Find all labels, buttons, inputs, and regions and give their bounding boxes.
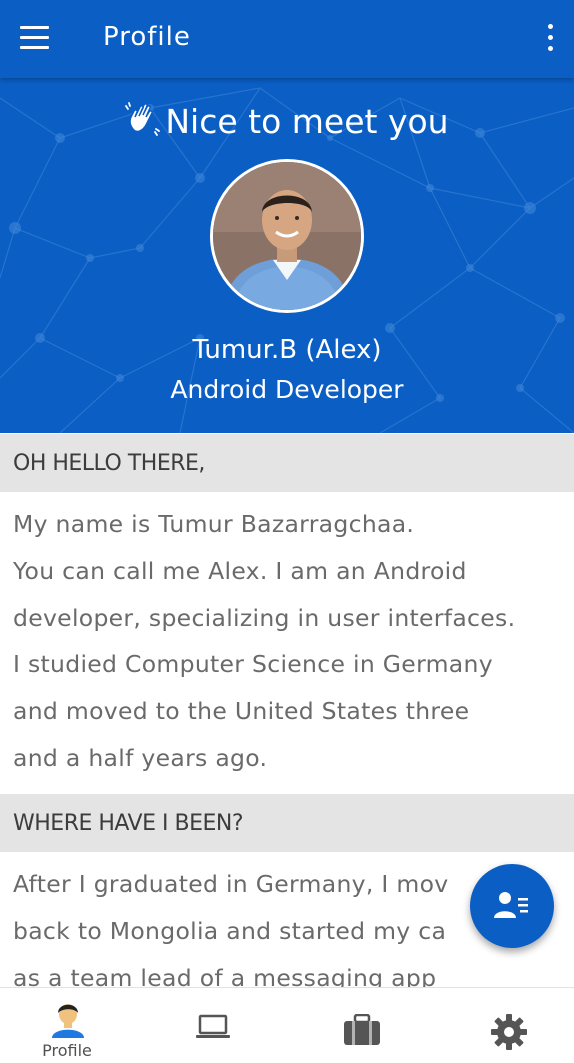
nav-item-briefcase[interactable] xyxy=(292,988,432,1063)
section-header-where: WHERE HAVE I BEEN? xyxy=(0,794,574,852)
contact-fab-button[interactable] xyxy=(470,864,554,948)
greeting-heading: Nice to meet you xyxy=(0,100,574,144)
waving-hand-icon xyxy=(125,102,161,136)
nav-item-profile[interactable]: Profile xyxy=(0,988,140,1063)
hamburger-menu-icon[interactable] xyxy=(20,26,50,50)
section-body-hello: My name is Tumur Bazarragchaa. You can c… xyxy=(13,501,563,782)
profile-header: Nice to meet you Tumur.B (Alex) Android … xyxy=(0,78,574,433)
body-line: and a half years ago. xyxy=(13,743,268,772)
nav-item-laptop[interactable] xyxy=(144,988,284,1063)
profile-role: Android Developer xyxy=(170,375,404,404)
body-line: developer, specializing in user interfac… xyxy=(13,603,516,632)
avatar xyxy=(210,159,364,313)
section-title: WHERE HAVE I BEEN? xyxy=(13,811,244,836)
body-line: and moved to the United States three xyxy=(13,697,470,726)
laptop-icon xyxy=(196,1014,230,1038)
body-line: I studied Computer Science in Germany xyxy=(13,650,493,679)
section-header-hello: OH HELLO THERE, xyxy=(0,434,574,492)
contact-details-icon xyxy=(494,892,528,918)
section-title: OH HELLO THERE, xyxy=(13,451,205,476)
greeting-text: Nice to meet you xyxy=(165,102,449,141)
bottom-navigation: Profile xyxy=(0,987,574,1063)
more-vert-icon[interactable] xyxy=(540,22,560,52)
body-line: as a team lead of a messaging app xyxy=(13,963,437,987)
nav-item-settings[interactable] xyxy=(434,988,574,1063)
profile-person-icon xyxy=(52,1004,84,1038)
profile-name: Tumur.B (Alex) xyxy=(192,335,382,365)
app-bar: Profile xyxy=(0,0,574,78)
body-line: You can call me Alex. I am an Android xyxy=(13,556,467,585)
nav-label-profile: Profile xyxy=(42,1041,92,1060)
briefcase-icon xyxy=(344,1014,380,1045)
page-title: Profile xyxy=(103,22,191,52)
settings-gear-icon xyxy=(491,1014,527,1050)
body-line: My name is Tumur Bazarragchaa. xyxy=(13,510,415,538)
